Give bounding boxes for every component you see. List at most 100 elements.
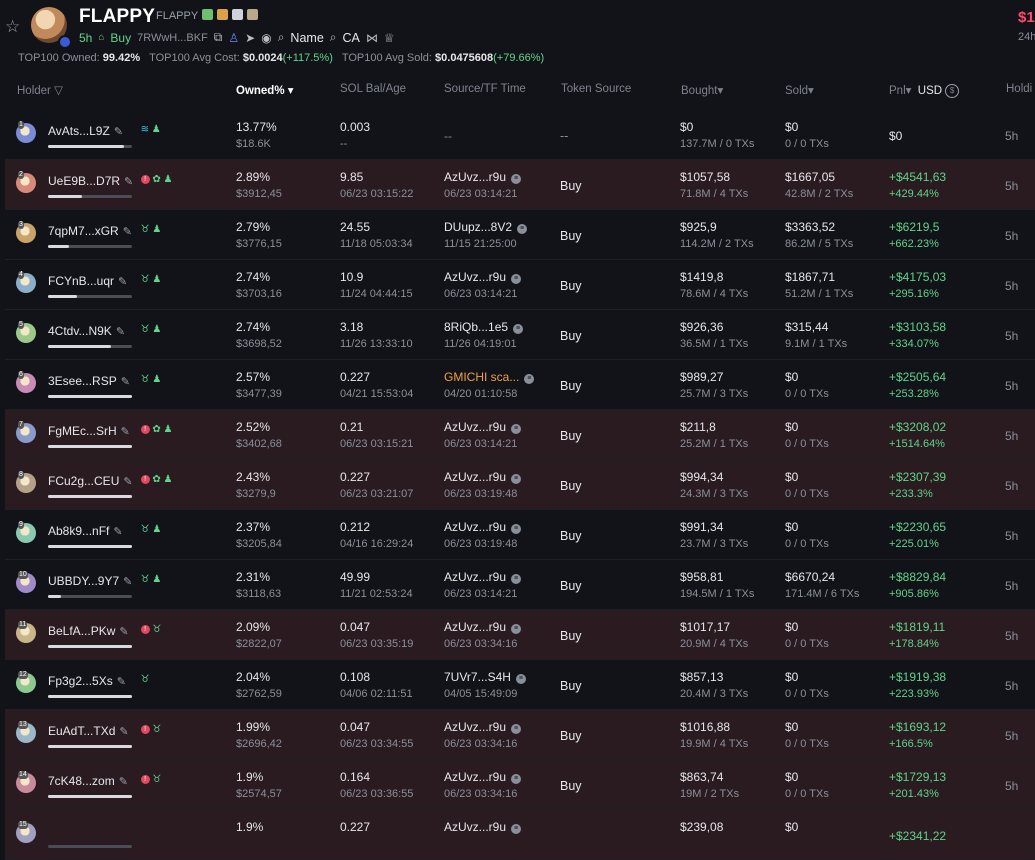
table-row[interactable]: 11 BeLfA...PKw ✎ ! ♉ 2.09% $2822,07 0.047… — [5, 610, 1035, 660]
funding-source-label[interactable]: -- — [444, 129, 452, 143]
edit-icon[interactable]: ✎ — [119, 776, 128, 788]
filter-icon[interactable]: ▽ — [54, 85, 63, 97]
funding-source[interactable]: AzUvz...r9u ≡ — [444, 470, 522, 484]
buy-label[interactable]: Buy — [110, 31, 131, 45]
edit-icon[interactable]: ✎ — [123, 226, 132, 238]
holder-name[interactable]: 7cK48...zom — [48, 774, 115, 788]
holder-name[interactable]: UeE9B...D7R — [48, 174, 120, 188]
solscan-icon[interactable]: ≡ — [511, 824, 522, 834]
solscan-icon[interactable]: ≡ — [511, 474, 522, 484]
table-row[interactable]: 3 7qpM7...xGR ✎ ♉ ♟ 2.79% $3776,15 24.55 … — [5, 210, 1035, 260]
funding-source[interactable]: AzUvz...r9u ≡ — [444, 770, 522, 784]
funding-source-label[interactable]: AzUvz...r9u — [444, 570, 506, 584]
col-token-source[interactable]: Token Source — [561, 83, 631, 95]
holder-address[interactable]: UeE9B...D7R ✎ — [48, 174, 133, 188]
holder-name[interactable]: AvAts...L9Z — [48, 124, 110, 138]
website-icon[interactable]: ◉ — [261, 31, 271, 45]
edit-icon[interactable]: ✎ — [121, 376, 130, 388]
holder-address[interactable]: FCu2g...CEU ✎ — [48, 474, 133, 488]
funding-source-label[interactable]: AzUvz...r9u — [444, 520, 506, 534]
funding-source-label[interactable]: DUupz...8V2 — [444, 220, 512, 234]
dollar-icon[interactable]: $ — [945, 83, 960, 98]
solscan-icon[interactable]: ≡ — [524, 374, 535, 384]
holder-name[interactable]: FCYnB...uqr — [48, 274, 114, 288]
holder-name[interactable]: EuAdT...TXd — [48, 724, 115, 738]
funding-source-label[interactable]: AzUvz...r9u — [444, 820, 506, 834]
holder-name[interactable]: FCu2g...CEU — [48, 474, 119, 488]
table-row[interactable]: 15 1.9% 0.227 AzUvz...r9u ≡ $239,08 $0 +$… — [5, 810, 1035, 860]
table-row[interactable]: 13 EuAdT...TXd ✎ ! ♉ 1.99% $2696,42 0.047… — [5, 710, 1035, 760]
funding-source[interactable]: AzUvz...r9u ≡ — [444, 570, 522, 584]
ca-search-button[interactable]: CA — [343, 31, 360, 45]
col-pnl[interactable]: Pnl▾ USD $ — [889, 83, 960, 98]
solscan-icon[interactable]: ≡ — [517, 224, 528, 234]
funding-source[interactable]: DUupz...8V2 ≡ — [444, 220, 528, 234]
table-row[interactable]: 7 FgMEc...SrH ✎ ! ✿ ♟ 2.52% $3402,68 0.21… — [5, 410, 1035, 460]
holder-name[interactable]: UBBDY...9Y7 — [48, 574, 119, 588]
funding-source[interactable]: 8RiQb...1e5 ≡ — [444, 320, 524, 334]
holder-address[interactable]: FgMEc...SrH ✎ — [48, 424, 130, 438]
funding-source-label[interactable]: AzUvz...r9u — [444, 720, 506, 734]
funding-source[interactable]: AzUvz...r9u ≡ — [444, 520, 522, 534]
holder-name[interactable]: 7qpM7...xGR — [48, 224, 119, 238]
edit-icon[interactable]: ✎ — [117, 676, 126, 688]
holder-address[interactable]: EuAdT...TXd ✎ — [48, 724, 129, 738]
edit-icon[interactable]: ✎ — [121, 426, 130, 438]
funding-source-label[interactable]: AzUvz...r9u — [444, 770, 506, 784]
holder-address[interactable]: Fp3g2...5Xs ✎ — [48, 674, 126, 688]
holder-address[interactable]: FCYnB...uqr ✎ — [48, 274, 127, 288]
edit-icon[interactable]: ✎ — [123, 476, 132, 488]
edit-icon[interactable]: ✎ — [114, 126, 123, 138]
holder-name[interactable]: BeLfA...PKw — [48, 624, 115, 638]
holder-address[interactable]: Ab8k9...nFf ✎ — [48, 524, 123, 538]
col-holder[interactable]: Holder ▽ — [17, 83, 63, 97]
solscan-icon[interactable]: ≡ — [511, 624, 522, 634]
funding-source-label[interactable]: AzUvz...r9u — [444, 470, 506, 484]
col-sol[interactable]: SOL Bal/Age — [340, 83, 406, 95]
edit-icon[interactable]: ✎ — [116, 326, 125, 338]
funding-source-label[interactable]: 8RiQb...1e5 — [444, 320, 508, 334]
edit-icon[interactable]: ✎ — [119, 726, 128, 738]
funding-source[interactable]: AzUvz...r9u ≡ — [444, 420, 522, 434]
holder-address[interactable]: 7cK48...zom ✎ — [48, 774, 128, 788]
funding-source-label[interactable]: 7UVr7...S4H — [444, 670, 511, 684]
edit-icon[interactable]: ✎ — [124, 176, 133, 188]
funding-source-label[interactable]: AzUvz...r9u — [444, 420, 506, 434]
solscan-icon[interactable]: ≡ — [511, 524, 522, 534]
funding-source[interactable]: 7UVr7...S4H ≡ — [444, 670, 526, 684]
holder-address[interactable]: BeLfA...PKw ✎ — [48, 624, 129, 638]
currency-toggle[interactable]: USD — [918, 85, 942, 97]
edit-icon[interactable]: ✎ — [123, 576, 132, 588]
edit-icon[interactable]: ✎ — [118, 276, 127, 288]
solscan-icon[interactable]: ≡ — [511, 774, 522, 784]
funding-source-label[interactable]: AzUvz...r9u — [444, 170, 506, 184]
table-row[interactable]: 12 Fp3g2...5Xs ✎ ♉ 2.04% $2762,59 0.108 0… — [5, 660, 1035, 710]
edit-icon[interactable]: ✎ — [113, 526, 122, 538]
star-icon[interactable]: ☆ — [5, 17, 20, 37]
table-row[interactable]: 14 7cK48...zom ✎ ! ♉ 1.9% $2574,57 0.164 … — [5, 760, 1035, 810]
funding-source-label[interactable]: GMICHI sca... — [444, 370, 519, 384]
holder-name[interactable]: 4Ctdv...N9K — [48, 324, 112, 338]
col-source[interactable]: Source/TF Time — [444, 83, 526, 95]
solscan-icon[interactable]: ≡ — [511, 574, 522, 584]
user-icon[interactable]: ♙ — [228, 31, 239, 45]
funding-source[interactable]: -- — [444, 129, 452, 143]
holder-name[interactable]: FgMEc...SrH — [48, 424, 117, 438]
col-holding[interactable]: Holdi — [1006, 83, 1032, 95]
funding-source[interactable]: GMICHI sca... ≡ — [444, 370, 535, 384]
holder-address[interactable]: UBBDY...9Y7 ✎ — [48, 574, 132, 588]
solscan-icon[interactable]: ≡ — [515, 674, 526, 684]
holder-address[interactable]: AvAts...L9Z ✎ — [48, 124, 123, 138]
share-icon[interactable]: ⋈ — [366, 31, 378, 45]
holder-name[interactable]: 3Esee...RSP — [48, 374, 117, 388]
funding-source-label[interactable]: AzUvz...r9u — [444, 620, 506, 634]
table-row[interactable]: 6 3Esee...RSP ✎ ♉ ♟ 2.57% $3477,39 0.227 … — [5, 360, 1035, 410]
funding-source[interactable]: AzUvz...r9u ≡ — [444, 820, 522, 834]
funding-source-label[interactable]: AzUvz...r9u — [444, 270, 506, 284]
table-row[interactable]: 2 UeE9B...D7R ✎ ! ✿ ♟ 2.89% $3912,45 9.85… — [5, 160, 1035, 210]
funding-source[interactable]: AzUvz...r9u ≡ — [444, 620, 522, 634]
table-row[interactable]: 10 UBBDY...9Y7 ✎ ♉ ♟ 2.31% $3118,63 49.99… — [5, 560, 1035, 610]
crown-icon[interactable]: ♕ — [384, 31, 395, 45]
copy-icon[interactable]: ⧉ — [214, 30, 223, 45]
table-row[interactable]: 5 4Ctdv...N9K ✎ ♉ ♟ 2.74% $3698,52 3.18 1… — [5, 310, 1035, 360]
